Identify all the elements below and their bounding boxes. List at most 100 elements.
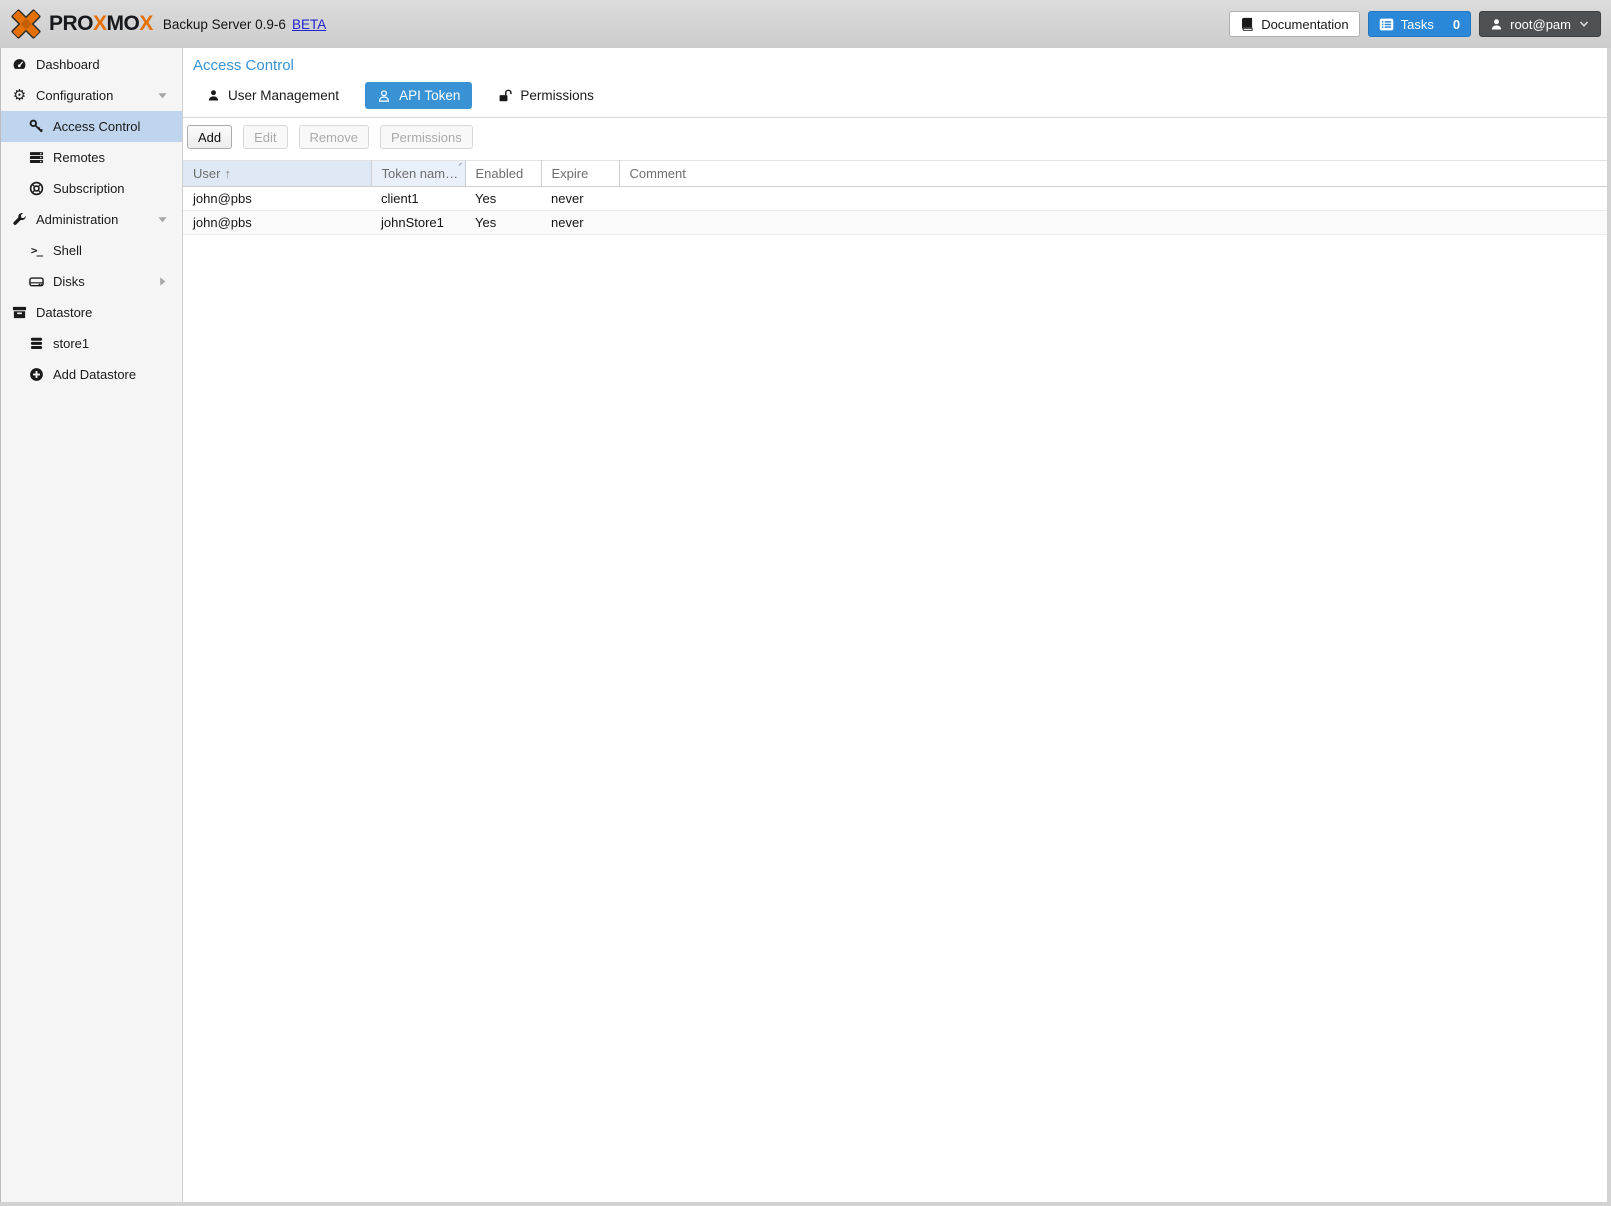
sidebar-item-label: Disks xyxy=(53,274,85,289)
column-header-enabled[interactable]: Enabled xyxy=(465,161,541,187)
column-header-comment[interactable]: Comment xyxy=(619,161,1607,187)
tab-label: User Management xyxy=(228,88,339,103)
table-row[interactable]: john@pbs client1 Yes never xyxy=(183,187,1607,211)
sidebar-item-datastore[interactable]: Datastore xyxy=(1,297,182,328)
sidebar-item-access-control[interactable]: Access Control xyxy=(1,111,182,142)
documentation-button[interactable]: Documentation xyxy=(1229,11,1359,37)
column-label: Token nam… xyxy=(382,166,459,181)
column-label: Comment xyxy=(630,166,686,181)
chevron-down-icon[interactable] xyxy=(157,90,168,101)
sidebar-item-store1[interactable]: store1 xyxy=(1,328,182,359)
unlock-icon xyxy=(498,89,512,103)
sidebar-item-add-datastore[interactable]: Add Datastore xyxy=(1,359,182,390)
sidebar-item-label: Administration xyxy=(36,212,118,227)
sidebar-item-label: Configuration xyxy=(36,88,113,103)
key-icon xyxy=(28,119,45,134)
tab-label: Permissions xyxy=(520,88,594,103)
chevron-down-icon[interactable] xyxy=(157,214,168,225)
sidebar-item-configuration[interactable]: ⚙ Configuration xyxy=(1,80,182,111)
cell-user: john@pbs xyxy=(183,187,371,211)
sidebar-item-administration[interactable]: Administration xyxy=(1,204,182,235)
tab-user-management[interactable]: User Management xyxy=(195,82,351,109)
user-outline-icon xyxy=(377,89,391,103)
terminal-icon: >_ xyxy=(28,244,45,257)
user-icon xyxy=(1490,18,1503,31)
page-title: Access Control xyxy=(183,48,1607,79)
user-menu-button[interactable]: root@pam xyxy=(1479,11,1601,37)
edit-button[interactable]: Edit xyxy=(243,125,287,149)
column-header-token-name[interactable]: Token nam…´ xyxy=(371,161,465,187)
add-button[interactable]: Add xyxy=(187,125,232,149)
book-icon xyxy=(1240,17,1254,31)
life-ring-icon xyxy=(28,181,45,196)
gears-icon: ⚙ xyxy=(11,88,28,103)
sidebar-item-subscription[interactable]: Subscription xyxy=(1,173,182,204)
sidebar-item-label: Access Control xyxy=(53,119,140,134)
sidebar-item-label: Datastore xyxy=(36,305,92,320)
tasks-label: Tasks xyxy=(1401,17,1434,32)
sidebar-item-label: Remotes xyxy=(53,150,105,165)
sidebar-item-disks[interactable]: Disks xyxy=(1,266,182,297)
user-icon xyxy=(207,89,220,102)
remove-button[interactable]: Remove xyxy=(299,125,369,149)
column-header-expire[interactable]: Expire xyxy=(541,161,619,187)
table-row[interactable]: john@pbs johnStore1 Yes never xyxy=(183,211,1607,235)
database-icon xyxy=(28,336,45,351)
sidebar-item-label: Dashboard xyxy=(36,57,100,72)
plus-circle-icon xyxy=(28,367,45,382)
column-label: Enabled xyxy=(476,166,524,181)
app-viewport: PROXMOX Backup Server 0.9-6 BETA Documen… xyxy=(0,0,1611,1202)
tab-bar: User Management API Token Permissions xyxy=(183,79,1607,118)
column-label: Expire xyxy=(552,166,589,181)
top-header-bar: PROXMOX Backup Server 0.9-6 BETA Documen… xyxy=(0,0,1611,48)
wrench-icon xyxy=(11,212,28,227)
task-list-icon xyxy=(1379,18,1394,31)
cell-enabled: Yes xyxy=(465,211,541,235)
grid-toolbar: Add Edit Remove Permissions xyxy=(183,118,1607,156)
sidebar-nav: Dashboard ⚙ Configuration xyxy=(0,48,183,1202)
wordmark-segment: MO xyxy=(107,12,140,36)
cell-expire: never xyxy=(541,211,619,235)
sidebar-item-dashboard[interactable]: Dashboard xyxy=(1,49,182,80)
tab-label: API Token xyxy=(399,88,460,103)
proxmox-wordmark: PROXMOX xyxy=(49,12,153,36)
hdd-icon xyxy=(28,274,45,289)
sidebar-item-label: Subscription xyxy=(53,181,125,196)
chevron-down-icon xyxy=(1578,18,1590,30)
wordmark-segment: X xyxy=(93,12,107,36)
column-label: User xyxy=(193,166,220,181)
cell-comment xyxy=(619,211,1607,235)
archive-icon xyxy=(11,305,28,320)
permissions-button[interactable]: Permissions xyxy=(380,125,473,149)
header-actions: Documentation Tasks 0 xyxy=(1229,11,1601,37)
column-header-user[interactable]: User ↑ xyxy=(183,161,371,187)
main-row: Dashboard ⚙ Configuration xyxy=(0,48,1607,1202)
sidebar-item-shell[interactable]: >_ Shell xyxy=(1,235,182,266)
wordmark-segment: X xyxy=(139,12,153,36)
sort-asc-icon: ↑ xyxy=(224,166,231,181)
wordmark-segment: PRO xyxy=(49,12,93,36)
sidebar-item-label: Shell xyxy=(53,243,82,258)
tab-permissions[interactable]: Permissions xyxy=(486,82,606,109)
proxmox-x-logo-icon xyxy=(10,8,42,40)
sidebar-item-label: Add Datastore xyxy=(53,367,136,382)
cell-enabled: Yes xyxy=(465,187,541,211)
sidebar-item-label: store1 xyxy=(53,336,89,351)
tasks-button[interactable]: Tasks 0 xyxy=(1368,11,1471,37)
tab-api-token[interactable]: API Token xyxy=(365,82,472,109)
beta-link[interactable]: BETA xyxy=(292,17,326,32)
cell-comment xyxy=(619,187,1607,211)
cell-token: johnStore1 xyxy=(371,211,465,235)
dashboard-icon xyxy=(11,57,28,72)
cell-expire: never xyxy=(541,187,619,211)
api-token-table: User ↑ Token nam…´ Enabled Expire Comment… xyxy=(183,160,1607,235)
proxmox-logo: PROXMOX xyxy=(10,8,153,40)
secondary-sort-icon: ´ xyxy=(458,161,463,178)
content-panel: Access Control User Management API Token xyxy=(183,48,1607,1202)
cell-token: client1 xyxy=(371,187,465,211)
sidebar-item-remotes[interactable]: Remotes xyxy=(1,142,182,173)
server-icon xyxy=(28,150,45,165)
user-menu-label: root@pam xyxy=(1510,17,1571,32)
cell-user: john@pbs xyxy=(183,211,371,235)
chevron-right-icon[interactable] xyxy=(157,276,168,287)
